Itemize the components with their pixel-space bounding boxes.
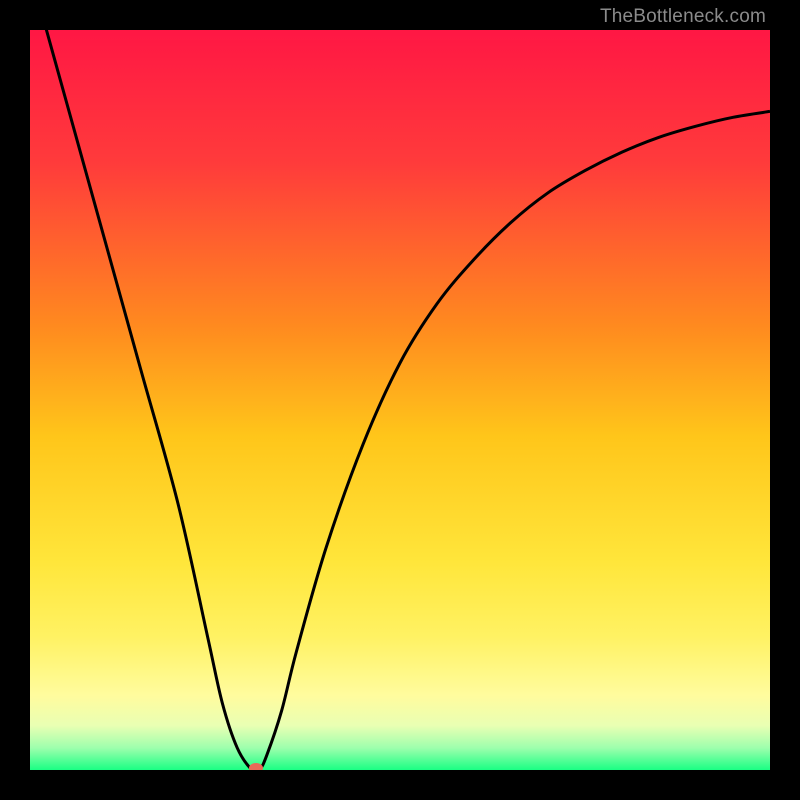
curve-layer xyxy=(30,30,770,770)
chart-frame: TheBottleneck.com xyxy=(0,0,800,800)
optimal-point-marker xyxy=(249,763,263,770)
watermark-text: TheBottleneck.com xyxy=(600,6,766,28)
plot-area xyxy=(30,30,770,770)
bottleneck-curve xyxy=(30,30,770,770)
